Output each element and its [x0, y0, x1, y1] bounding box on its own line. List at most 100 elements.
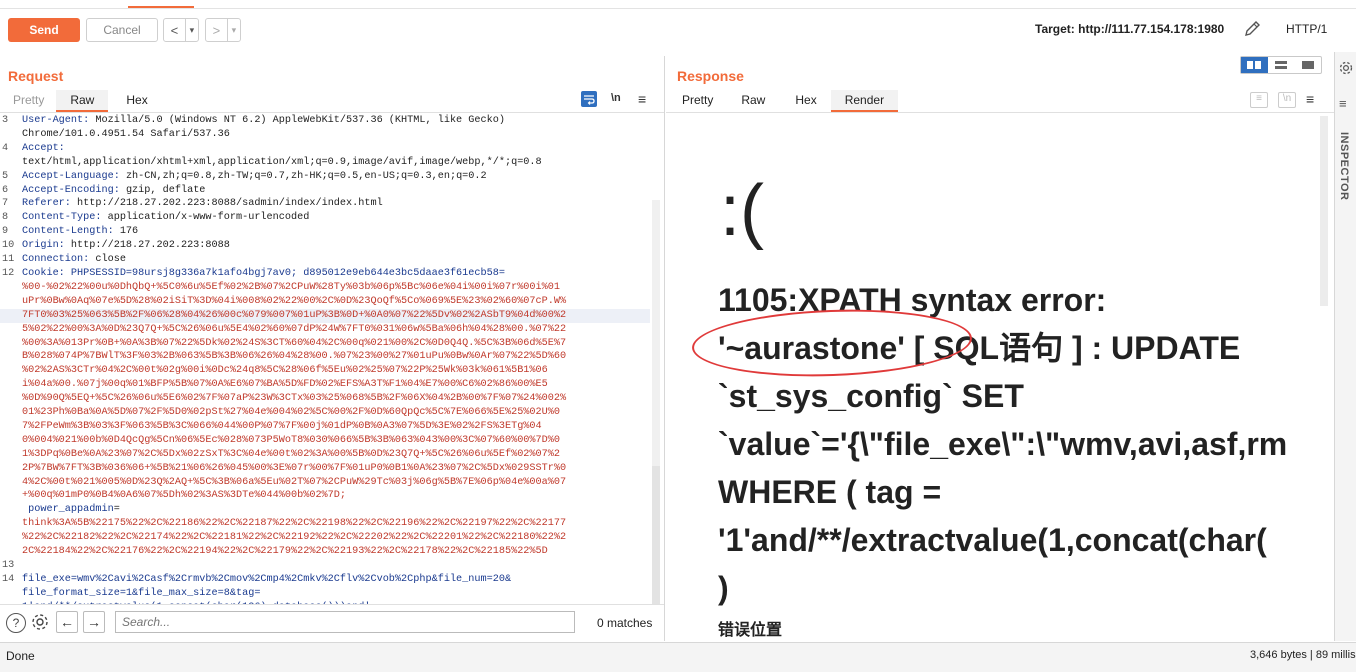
cookie-tail-line: think%3A%5B%22175%22%2C%22186%22%2C%2218…: [0, 517, 650, 531]
header-key: Content-Type:: [22, 212, 102, 224]
http-version-button[interactable]: HTTP/1: [1286, 22, 1327, 36]
inspector-label: INSPECTOR: [1338, 132, 1350, 201]
line-number: [0, 545, 22, 559]
newline-toggle-button[interactable]: \n: [1278, 92, 1296, 108]
tab-raw[interactable]: Raw: [56, 90, 109, 112]
tab-hex[interactable]: Hex: [108, 90, 165, 110]
header-value: http://218.27.202.223:8088/sadmin/index/…: [70, 198, 383, 210]
settings-gear-icon[interactable]: [29, 611, 51, 633]
request-tabs: Pretty Raw Hex: [1, 90, 166, 112]
line-number: [0, 309, 22, 323]
previous-match-button[interactable]: ←: [56, 611, 78, 633]
line-number: [0, 587, 22, 601]
cookie-tail-text: 2C%22184%22%2C%22176%22%2C%22194%22%2C%2…: [22, 546, 548, 558]
header-value: Mozilla/5.0 (Windows NT 6.2) AppleWebKit…: [89, 115, 505, 126]
header-line: 7 Referer: http://218.27.202.223:8088/sad…: [0, 197, 650, 211]
layout-stacked-icon[interactable]: [1268, 57, 1295, 73]
line-number: 11: [2, 254, 15, 266]
search-input[interactable]: [115, 611, 575, 633]
request-title: Request: [8, 68, 64, 84]
line-number: [0, 350, 22, 364]
panel-menu-icon[interactable]: ≡: [1339, 96, 1347, 111]
cookie-tail-line: %22%2C%22182%22%2C%22174%22%2C%22181%22%…: [0, 531, 650, 545]
line-number: [0, 392, 22, 406]
line-number: [0, 448, 22, 462]
header-value: text/html,application/xhtml+xml,applicat…: [22, 156, 542, 168]
header-line: 3 User-Agent: Mozilla/5.0 (Windows NT 6.2…: [0, 114, 650, 128]
status-text: Done: [6, 649, 35, 663]
send-button[interactable]: Send: [8, 18, 80, 42]
layout-side-by-side-icon[interactable]: [1241, 57, 1268, 73]
next-match-button[interactable]: →: [83, 611, 105, 633]
response-scrollbar[interactable]: [1320, 116, 1328, 306]
newline-toggle-button[interactable]: \n: [611, 92, 621, 104]
header-key: Accept-Encoding:: [22, 184, 120, 196]
cookie-encoded-text: %00%3A%013Pr%0B+%0A%3B%07%22%5Dk%02%24S%…: [22, 337, 567, 349]
header-line: 6 Accept-Encoding: gzip, deflate: [0, 184, 650, 198]
line-number: [0, 295, 22, 309]
help-icon[interactable]: ?: [6, 613, 26, 633]
menu-icon[interactable]: ≡: [1306, 91, 1314, 107]
header-value: zh-CN,zh;q=0.8,zh-TW;q=0.7,zh-HK;q=0.5,e…: [119, 170, 487, 182]
menu-icon[interactable]: ≡: [638, 91, 646, 107]
cookie-tail-start: power_appadmin=: [0, 503, 650, 517]
tab-hex[interactable]: Hex: [781, 90, 830, 110]
tab-pretty[interactable]: Pretty: [670, 90, 725, 110]
line-number: [0, 364, 22, 378]
header-value: gzip, deflate: [119, 184, 206, 196]
cookie-encoded-line: 0%004%021%00b%0D4QcQg%5Cn%06%5Ec%028%073…: [0, 434, 650, 448]
cookie-encoded-line: %02%2AS%3CTr%04%2C%00t%02g%00i%0Dc%24q8%…: [0, 364, 650, 378]
request-body: 14 file_exe=wmv%2Cavi%2Casf%2Crmvb%2Cmov%…: [0, 573, 650, 604]
body-text: file_exe=wmv%2Cavi%2Casf%2Crmvb%2Cmov%2C…: [22, 573, 512, 585]
cookie-encoded-text: 2P%7BW%7FT%3B%036%06+%5B%21%06%26%045%00…: [22, 462, 567, 474]
cookie-encoded-text: 4%2C%00t%021%005%0D%23Q%2AQ+%5C%3B%06a%5…: [22, 476, 567, 488]
line-number: [0, 434, 22, 448]
tab-render[interactable]: Render: [830, 90, 899, 112]
cancel-button[interactable]: Cancel: [86, 18, 158, 42]
header-value: http://218.27.202.223:8088: [64, 240, 230, 252]
sad-face-text: :(: [720, 171, 764, 251]
line-number: 9: [2, 226, 9, 238]
forward-button[interactable]: >: [206, 19, 227, 41]
header-key: Accept-Language:: [22, 170, 120, 182]
tab-raw[interactable]: Raw: [725, 90, 781, 110]
body-line: 14 file_exe=wmv%2Cavi%2Casf%2Crmvb%2Cmov%…: [0, 573, 650, 587]
line-number: [0, 337, 22, 351]
cookie-tail-text: think%3A%5B%22175%22%2C%22186%22%2C%2218…: [22, 518, 567, 530]
header-value: 176: [113, 226, 139, 238]
cookie-tail-key: power_appadmin: [22, 504, 114, 516]
layout-single-icon[interactable]: [1294, 57, 1321, 73]
header-line: Chrome/101.0.4951.54 Safari/537.36: [0, 128, 650, 142]
back-button[interactable]: <: [164, 19, 185, 41]
line-number: [0, 378, 22, 392]
cookie-tail-block: think%3A%5B%22175%22%2C%22186%22%2C%2218…: [0, 517, 650, 559]
line-number: 12: [2, 267, 15, 279]
line-number: 8: [2, 212, 9, 224]
request-panel: Request Pretty Raw Hex \n ≡ 3 User-Agent:…: [0, 56, 665, 660]
line-number: [0, 462, 22, 476]
wrap-lines-icon[interactable]: [581, 91, 597, 107]
header-line: 4 Accept:: [0, 142, 650, 156]
header-value: application/x-www-form-urlencoded: [101, 212, 310, 224]
header-key: Referer:: [22, 198, 71, 210]
header-line: 5 Accept-Language: zh-CN,zh;q=0.8,zh-TW;q…: [0, 170, 650, 184]
active-repeater-tab[interactable]: [128, 0, 194, 8]
wrap-lines-icon[interactable]: ≡: [1250, 92, 1268, 108]
line-number: [0, 156, 22, 170]
request-editor[interactable]: 3 User-Agent: Mozilla/5.0 (Windows NT 6.2…: [0, 114, 650, 604]
inspector-sidebar[interactable]: ≡ INSPECTOR: [1334, 52, 1356, 641]
header-key: Connection:: [22, 254, 90, 266]
forward-dropdown-icon[interactable]: ▾: [228, 19, 240, 41]
header-line: 11 Connection: close: [0, 253, 650, 267]
tab-pretty[interactable]: Pretty: [1, 90, 56, 110]
back-dropdown-icon[interactable]: ▾: [186, 19, 198, 41]
pencil-edit-icon[interactable]: [1242, 18, 1262, 40]
body-text: file_format_size=1&file_max_size=8&tag=: [22, 587, 261, 599]
body-line: file_format_size=1&file_max_size=8&tag=: [0, 587, 650, 601]
layout-toggle-group: [1240, 56, 1322, 74]
divider: [666, 112, 1334, 113]
line-number: 6: [2, 184, 9, 196]
settings-gear-icon[interactable]: [1338, 60, 1354, 79]
header-key: User-Agent:: [22, 115, 90, 126]
target-label: Target: http://111.77.154.178:1980: [1035, 22, 1225, 36]
